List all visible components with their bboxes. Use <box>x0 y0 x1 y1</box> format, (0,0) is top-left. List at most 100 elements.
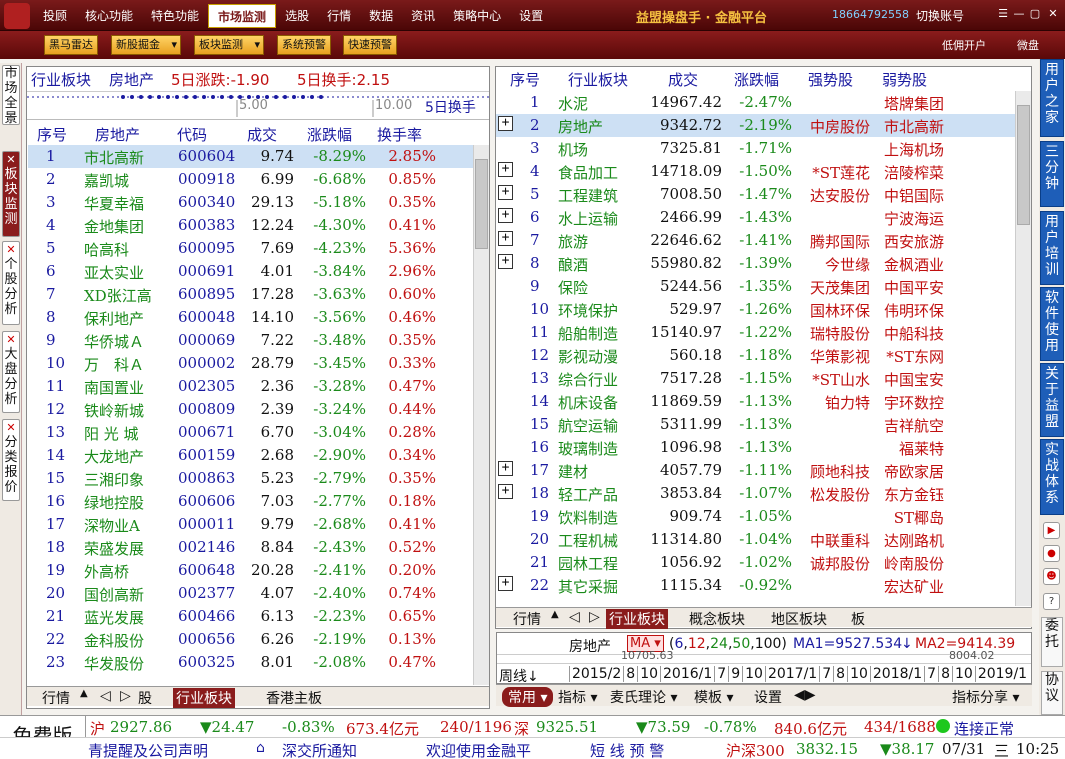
software-use-tab[interactable]: 软件使用 <box>1040 287 1064 361</box>
table-row[interactable]: 15 航空运输 5311.99 -1.13% 吉祥航空 <box>496 413 1016 436</box>
table-row[interactable]: 3 华夏幸福 600340 29.13 -5.18% 0.35% <box>28 191 473 214</box>
notice-disclaimer[interactable]: 青提醒及公司声明 <box>88 740 208 759</box>
sector-table-scrollbar[interactable] <box>1015 91 1031 606</box>
expand-plus-icon[interactable]: + <box>498 231 513 246</box>
table-row[interactable]: +7 旅游 22646.62 -1.41% 腾邦国际 西安旅游 <box>496 229 1016 252</box>
close-icon[interactable]: ✕ <box>3 152 19 167</box>
table-row[interactable]: 20 国创高新 002377 4.07 -2.40% 0.74% <box>28 582 473 605</box>
video-icon[interactable]: ▶ <box>1043 522 1060 539</box>
expand-plus-icon[interactable]: + <box>498 484 513 499</box>
expand-plus-icon[interactable]: + <box>498 162 513 177</box>
about-tab[interactable]: 关于益盟 <box>1040 363 1064 437</box>
tab-category-quote[interactable]: ✕ 分类报价 <box>2 419 20 501</box>
menu-item-2[interactable]: 特色功能 <box>142 4 208 28</box>
tab-region-sector[interactable]: 地区板块 <box>768 609 830 629</box>
close-icon[interactable]: ✕ <box>3 242 19 257</box>
table-row[interactable]: 10 环境保护 529.97 -1.26% 国林环保 伟明环保 <box>496 298 1016 321</box>
help-icon[interactable]: ? <box>1043 593 1060 610</box>
common-tools-button[interactable]: 常用 ▾ <box>502 687 554 707</box>
table-row[interactable]: 14 机床设备 11869.59 -1.13% 铂力特 宇环数控 <box>496 390 1016 413</box>
user-home-tab[interactable]: 用户之家 <box>1040 59 1064 137</box>
table-row[interactable]: 11 船舶制造 15140.97 -1.22% 瑞特股份 中船科技 <box>496 321 1016 344</box>
tab-quote[interactable]: 行情 <box>510 609 544 629</box>
scrollbar-thumb[interactable] <box>475 159 488 249</box>
expand-plus-icon[interactable]: + <box>498 208 513 223</box>
table-row[interactable]: 22 金科股份 000656 6.26 -2.19% 0.13% <box>28 628 473 651</box>
close-icon[interactable]: ✕ <box>3 420 19 435</box>
template-button[interactable]: 模板 ▾ <box>694 687 733 707</box>
expand-plus-icon[interactable]: + <box>498 254 513 269</box>
table-row[interactable]: +22 其它采掘 1115.34 -0.92% 宏达矿业 <box>496 574 1016 597</box>
table-row[interactable]: 3 机场 7325.81 -1.71% 上海机场 <box>496 137 1016 160</box>
table-row[interactable]: 10 万 科Ａ 000002 28.79 -3.45% 0.33% <box>28 352 473 375</box>
notice-szse[interactable]: 深交所通知 <box>282 740 357 759</box>
mcs-theory-button[interactable]: 麦氏理论 ▾ <box>610 687 677 707</box>
table-row[interactable]: 8 保利地产 600048 14.10 -3.56% 0.46% <box>28 306 473 329</box>
tab-prev-icon[interactable]: ◁ <box>566 609 583 625</box>
user-training-tab[interactable]: 用户培训 <box>1040 211 1064 285</box>
scrollbar-thumb[interactable] <box>1017 105 1030 225</box>
table-row[interactable]: 1 市北高新 600604 9.74 -8.29% 2.85% <box>28 145 473 168</box>
tab-hk-main[interactable]: 香港主板 <box>263 688 325 708</box>
indicator-button[interactable]: 指标 ▾ <box>558 687 597 707</box>
tab-next-icon[interactable]: ▷ <box>117 688 134 704</box>
table-row[interactable]: 9 保险 5244.56 -1.35% 天茂集团 中国平安 <box>496 275 1016 298</box>
menu-item-8[interactable]: 策略中心 <box>444 4 510 28</box>
period-selector[interactable]: 周线↓ <box>499 666 539 686</box>
table-row[interactable]: 20 工程机械 11314.80 -1.04% 中联重科 达刚路机 <box>496 528 1016 551</box>
menu-item-4[interactable]: 选股 <box>276 4 318 28</box>
menu-item-5[interactable]: 行情 <box>318 4 360 28</box>
table-row[interactable]: 17 深物业A 000011 9.79 -2.68% 0.41% <box>28 513 473 536</box>
tab-prev-icon[interactable]: ◁ <box>97 688 114 704</box>
dark-horse-radar-button[interactable]: 黑马雷达 <box>44 35 98 55</box>
table-row[interactable]: 12 影视动漫 560.18 -1.18% 华策影视 *ST东网 <box>496 344 1016 367</box>
message-icon[interactable]: ● <box>1043 545 1060 562</box>
skin-icon[interactable]: ☰ <box>996 7 1010 20</box>
expand-plus-icon[interactable]: + <box>498 576 513 591</box>
notice-welcome[interactable]: 欢迎使用金融平 <box>426 740 556 759</box>
tab-stock-analysis[interactable]: ✕ 个股分析 <box>2 241 20 325</box>
tab-quote[interactable]: 行情 <box>39 688 73 708</box>
sector-monitor-button[interactable]: 板块监测 ▾ <box>194 35 264 55</box>
agreement-button[interactable]: 协议 <box>1041 671 1063 715</box>
user-phone[interactable]: 18664792558 <box>832 8 909 21</box>
table-row[interactable]: 7 XD张江高 600895 17.28 -3.63% 0.60% <box>28 283 473 306</box>
table-row[interactable]: +2 房地产 9342.72 -2.19% 中房股份 市北高新 <box>496 114 1016 137</box>
table-row[interactable]: +4 食品加工 14718.09 -1.50% *ST莲花 涪陵榨菜 <box>496 160 1016 183</box>
menu-item-6[interactable]: 数据 <box>360 4 402 28</box>
low-commission-link[interactable]: 低佣开户 <box>942 37 986 53</box>
table-row[interactable]: 14 大龙地产 600159 2.68 -2.90% 0.34% <box>28 444 473 467</box>
system-alert-button[interactable]: 系统预警 <box>277 35 331 55</box>
tab-market-overview[interactable]: 市场全景 <box>2 65 20 126</box>
sz-index-value[interactable]: 9325.51 <box>536 718 598 736</box>
table-row[interactable]: 19 饮料制造 909.74 -1.05% ST椰岛 <box>496 505 1016 528</box>
indicator-share-button[interactable]: 指标分享 ▾ <box>952 687 1019 707</box>
table-row[interactable]: 2 嘉凯城 000918 6.99 -6.68% 0.85% <box>28 168 473 191</box>
table-row[interactable]: 5 哈高科 600095 7.69 -4.23% 5.36% <box>28 237 473 260</box>
table-row[interactable]: 6 亚太实业 000691 4.01 -3.84% 2.96% <box>28 260 473 283</box>
menu-item-0[interactable]: 投顾 <box>34 4 76 28</box>
close-icon[interactable]: ✕ <box>1046 7 1060 20</box>
menu-item-7[interactable]: 资讯 <box>402 4 444 28</box>
table-row[interactable]: 23 华发股份 600325 8.01 -2.08% 0.47% <box>28 651 473 674</box>
table-row[interactable]: +8 酿酒 55980.82 -1.39% 今世缘 金枫酒业 <box>496 252 1016 275</box>
table-row[interactable]: +5 工程建筑 7008.50 -1.47% 达安股份 中铝国际 <box>496 183 1016 206</box>
table-row[interactable]: 11 南国置业 002305 2.36 -3.28% 0.47% <box>28 375 473 398</box>
combat-system-tab[interactable]: 实战体系 <box>1040 439 1064 515</box>
table-row[interactable]: 15 三湘印象 000863 5.23 -2.79% 0.35% <box>28 467 473 490</box>
table-row[interactable]: +18 轻工产品 3853.84 -1.07% 松发股份 东方金钰 <box>496 482 1016 505</box>
menu-arrow-icon[interactable]: ▲ <box>77 688 91 699</box>
table-row[interactable]: 21 蓝光发展 600466 6.13 -2.23% 0.65% <box>28 605 473 628</box>
table-row[interactable]: 13 阳 光 城 000671 6.70 -3.04% 0.28% <box>28 421 473 444</box>
app-logo-icon[interactable] <box>4 3 30 29</box>
tab-concept-sector[interactable]: 概念板块 <box>686 609 748 629</box>
menu-item-3[interactable]: 市场监测 <box>208 4 277 28</box>
switch-account-link[interactable]: 切换账号 <box>916 7 964 24</box>
table-row[interactable]: 16 绿地控股 600606 7.03 -2.77% 0.18% <box>28 490 473 513</box>
expand-plus-icon[interactable]: + <box>498 185 513 200</box>
table-row[interactable]: 4 金地集团 600383 12.24 -4.30% 0.41% <box>28 214 473 237</box>
scroll-arrows-icon[interactable]: ◀▶ <box>794 687 816 703</box>
tab-industry-sector[interactable]: 行业板块 <box>606 609 668 629</box>
qq-icon[interactable]: ☻ <box>1043 568 1060 585</box>
settings-button[interactable]: 设置 <box>754 687 782 707</box>
